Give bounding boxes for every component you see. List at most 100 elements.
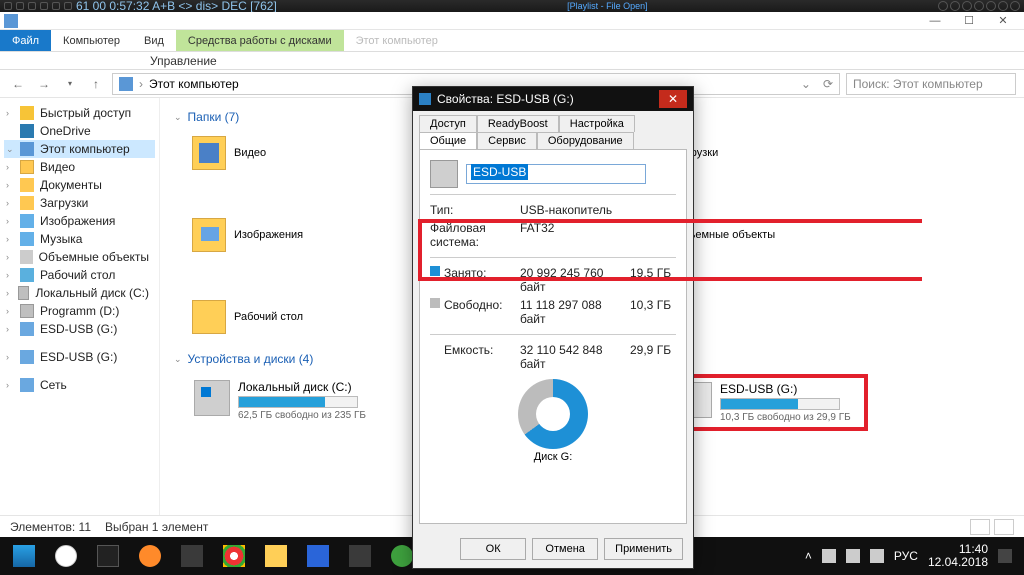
taskbar-app[interactable] bbox=[130, 540, 170, 572]
player-mute-icon[interactable] bbox=[1010, 1, 1020, 11]
properties-dialog: Свойства: ESD-USB (G:) ✕ ДоступReadyBoos… bbox=[412, 86, 694, 569]
tray-icon[interactable] bbox=[822, 549, 836, 563]
tray-network-icon[interactable] bbox=[846, 549, 860, 563]
nav-back-button[interactable]: ← bbox=[8, 74, 28, 94]
dialog-tab[interactable]: Настройка bbox=[559, 115, 635, 132]
nav-forward-button[interactable]: → bbox=[34, 74, 54, 94]
sidebar-item-label: Музыка bbox=[40, 232, 82, 246]
task-view-button[interactable] bbox=[88, 540, 128, 572]
drive-tile[interactable]: ESD-USB (G:) 10,3 ГБ свободно из 29,9 ГБ bbox=[668, 374, 868, 431]
player-ctl[interactable] bbox=[4, 2, 12, 10]
folder-tile[interactable]: Изображения bbox=[188, 214, 368, 256]
taskbar-app[interactable] bbox=[340, 540, 380, 572]
nav-recent-dropdown[interactable]: ▾ bbox=[60, 74, 80, 94]
sidebar-item[interactable]: ›Загрузки bbox=[4, 194, 155, 212]
taskbar-search-button[interactable] bbox=[46, 540, 86, 572]
folder-tile[interactable]: Видео bbox=[188, 132, 368, 174]
close-button[interactable]: ✕ bbox=[986, 12, 1020, 30]
sidebar-item[interactable]: ›Видео bbox=[4, 158, 155, 176]
ribbon-tab-view[interactable]: Вид bbox=[132, 30, 176, 51]
view-tiles-button[interactable] bbox=[994, 519, 1014, 535]
sidebar-item[interactable]: ›ESD-USB (G:) bbox=[4, 320, 155, 338]
folder-label: Рабочий стол bbox=[234, 311, 303, 323]
player-next-icon[interactable] bbox=[986, 1, 996, 11]
disk-usage-donut-icon bbox=[518, 379, 588, 449]
folder-tile[interactable]: Рабочий стол bbox=[188, 296, 368, 338]
sidebar-item-label: Этот компьютер bbox=[40, 142, 130, 156]
sidebar-item[interactable]: ›Объемные объекты bbox=[4, 248, 155, 266]
status-selection: Выбран 1 элемент bbox=[105, 520, 208, 534]
folder-label: Изображения bbox=[234, 229, 303, 241]
player-ctl[interactable] bbox=[28, 2, 36, 10]
sidebar-item[interactable]: ›ESD-USB (G:) bbox=[4, 348, 155, 366]
player-prev-icon[interactable] bbox=[938, 1, 948, 11]
ribbon-subtab: Управление bbox=[0, 52, 1024, 70]
ribbon-tab-computer[interactable]: Компьютер bbox=[51, 30, 132, 51]
dialog-titlebar[interactable]: Свойства: ESD-USB (G:) ✕ bbox=[413, 87, 693, 111]
player-ctl[interactable] bbox=[40, 2, 48, 10]
label-capacity: Емкость: bbox=[444, 343, 520, 371]
taskbar-app[interactable] bbox=[214, 540, 254, 572]
view-details-button[interactable] bbox=[970, 519, 990, 535]
sidebar-item[interactable]: OneDrive bbox=[4, 122, 155, 140]
cancel-button[interactable]: Отмена bbox=[532, 538, 598, 560]
img-icon bbox=[20, 214, 34, 228]
player-title: [Playlist - File Open] bbox=[281, 1, 934, 11]
ok-button[interactable]: ОК bbox=[460, 538, 526, 560]
tray-clock[interactable]: 11:40 12.04.2018 bbox=[928, 543, 988, 569]
player-stop-icon[interactable] bbox=[974, 1, 984, 11]
desk-icon bbox=[20, 268, 34, 282]
ribbon-manage-label[interactable]: Управление bbox=[150, 54, 217, 68]
drive-sublabel: 10,3 ГБ свободно из 29,9 ГБ bbox=[720, 412, 851, 423]
label-free: Свободно: bbox=[444, 298, 520, 326]
minimize-button[interactable]: — bbox=[918, 12, 952, 30]
sidebar-item[interactable]: ›Музыка bbox=[4, 230, 155, 248]
search-input[interactable]: Поиск: Этот компьютер bbox=[846, 73, 1016, 95]
nav-up-button[interactable]: ↑ bbox=[86, 74, 106, 94]
player-ctl[interactable] bbox=[64, 2, 72, 10]
sidebar-item[interactable]: ⌄Этот компьютер bbox=[4, 140, 155, 158]
sidebar: ›Быстрый доступOneDrive⌄Этот компьютер›В… bbox=[0, 98, 160, 515]
explorer-titlebar: — ☐ ✕ bbox=[0, 12, 1024, 30]
sidebar-item[interactable]: ›Programm (D:) bbox=[4, 302, 155, 320]
drive-usage-bar bbox=[720, 398, 840, 410]
tray-language[interactable]: РУС bbox=[894, 549, 918, 563]
maximize-button[interactable]: ☐ bbox=[952, 12, 986, 30]
mus-icon bbox=[20, 232, 34, 246]
sidebar-item[interactable]: ›Рабочий стол bbox=[4, 266, 155, 284]
player-play-icon[interactable] bbox=[950, 1, 960, 11]
sidebar-item[interactable]: ›Документы bbox=[4, 176, 155, 194]
player-open-icon[interactable] bbox=[998, 1, 1008, 11]
dialog-tab[interactable]: ReadyBoost bbox=[477, 115, 559, 132]
start-button[interactable] bbox=[4, 540, 44, 572]
taskbar-app[interactable] bbox=[256, 540, 296, 572]
sidebar-item[interactable]: ›Быстрый доступ bbox=[4, 104, 155, 122]
ribbon-tab-file[interactable]: Файл bbox=[0, 30, 51, 51]
taskbar-app[interactable] bbox=[298, 540, 338, 572]
player-ctl[interactable] bbox=[16, 2, 24, 10]
sidebar-item-label: Загрузки bbox=[40, 196, 88, 210]
drive-label: ESD-USB (G:) bbox=[720, 382, 851, 396]
dialog-tab[interactable]: Сервис bbox=[477, 132, 537, 149]
player-ctl[interactable] bbox=[52, 2, 60, 10]
drive-name-input[interactable]: ESD-USB bbox=[466, 164, 646, 184]
address-dropdown-icon[interactable]: ⌄ bbox=[801, 77, 811, 91]
refresh-button[interactable]: ⟳ bbox=[823, 77, 833, 91]
apply-button[interactable]: Применить bbox=[604, 538, 683, 560]
dialog-tab[interactable]: Доступ bbox=[419, 115, 477, 132]
tray-chevron-up-icon[interactable]: ˄ bbox=[805, 549, 812, 563]
value-free-gb: 10,3 ГБ bbox=[630, 298, 676, 326]
ribbon-tab-drive-tools[interactable]: Средства работы с дисками bbox=[176, 30, 344, 51]
value-free-bytes: 11 118 297 088 байт bbox=[520, 298, 630, 326]
tray-notifications-icon[interactable] bbox=[998, 549, 1012, 563]
player-pause-icon[interactable] bbox=[962, 1, 972, 11]
tray-volume-icon[interactable] bbox=[870, 549, 884, 563]
sidebar-item[interactable]: ›Изображения bbox=[4, 212, 155, 230]
sidebar-item[interactable]: ›Локальный диск (C:) bbox=[4, 284, 155, 302]
dialog-tab[interactable]: Оборудование bbox=[537, 132, 634, 149]
dialog-close-button[interactable]: ✕ bbox=[659, 90, 687, 108]
drive-tile[interactable]: Локальный диск (C:)62,5 ГБ свободно из 2… bbox=[188, 374, 388, 431]
taskbar-app[interactable] bbox=[172, 540, 212, 572]
dialog-tab[interactable]: Общие bbox=[419, 132, 477, 149]
sidebar-item[interactable]: ›Сеть bbox=[4, 376, 155, 394]
